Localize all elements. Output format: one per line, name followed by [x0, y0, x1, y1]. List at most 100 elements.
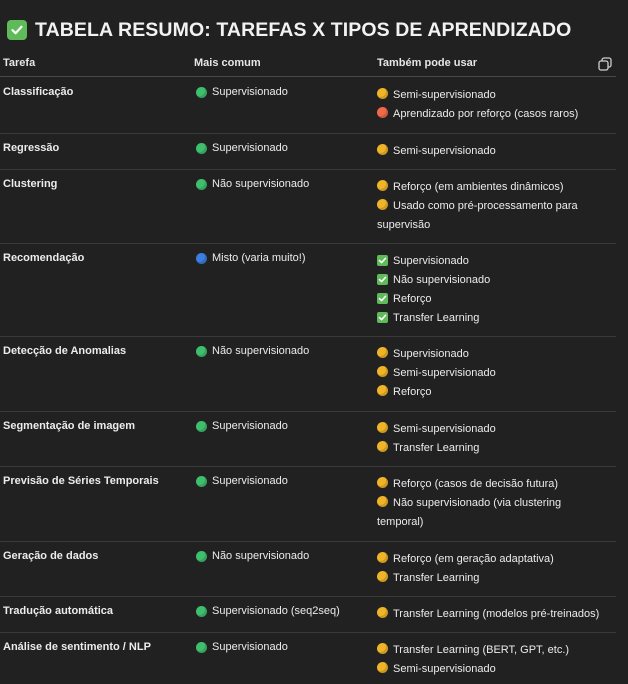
- yellow-circle-icon: [377, 477, 388, 488]
- yellow-circle-icon: [377, 180, 388, 191]
- yellow-circle-icon: [377, 607, 388, 618]
- task-cell: Clustering: [3, 178, 58, 190]
- alt-cell: Transfer Learning (BERT, GPT, etc.) Semi-…: [377, 641, 602, 679]
- alt-item: Supervisionado: [377, 252, 602, 271]
- alt-item: Não supervisionado: [377, 271, 602, 290]
- yellow-circle-icon: [377, 552, 388, 563]
- alt-item: Transfer Learning: [377, 439, 602, 458]
- green-circle-icon: [196, 142, 207, 154]
- alt-item: Reforço: [377, 290, 602, 309]
- common-label: Supervisionado: [212, 86, 288, 98]
- alt-item-label: Reforço (em ambientes dinâmicos): [393, 181, 564, 193]
- table-row: Análise de sentimento / NLP Supervisionad…: [0, 632, 616, 684]
- green-circle-icon: [196, 345, 207, 357]
- task-cell: Recomendação: [3, 252, 85, 264]
- alt-item: Semi-supervisionado: [377, 142, 602, 161]
- task-cell: Segmentação de imagem: [3, 420, 136, 432]
- table-row: Tradução automática Supervisionado (seq2s…: [0, 596, 616, 633]
- alt-cell: Semi-supervisionado Aprendizado por refor…: [377, 86, 602, 124]
- table-row: Regressão Supervisionado Semi-supervisiona…: [0, 133, 616, 170]
- task-cell: Regressão: [3, 142, 60, 154]
- check-box-icon: [377, 274, 388, 285]
- task-cell: Previsão de Séries Temporais: [3, 475, 159, 487]
- alt-item: Transfer Learning (modelos pré-treinados…: [377, 605, 602, 624]
- alt-item-label: Reforço: [393, 293, 432, 305]
- common-label: Não supervisionado: [212, 178, 310, 190]
- table-row: Recomendação Misto (varia muito!) Supervis…: [0, 243, 616, 337]
- alt-item: Usado como pré-processamento para superv…: [377, 197, 602, 235]
- yellow-circle-icon: [377, 662, 388, 673]
- alt-item: Transfer Learning: [377, 309, 602, 328]
- copy-icon[interactable]: [597, 56, 613, 72]
- green-circle-icon: [196, 178, 207, 190]
- common-cell: Supervisionado (seq2seq): [196, 605, 340, 617]
- common-cell: Supervisionado: [196, 641, 288, 653]
- alt-cell: Semi-supervisionado: [377, 142, 602, 161]
- alt-cell: Reforço (casos de decisão futura) Não sup…: [377, 475, 602, 532]
- header-common: Mais comum: [194, 57, 261, 69]
- yellow-circle-icon: [377, 144, 388, 155]
- common-label: Não supervisionado: [212, 345, 310, 357]
- alt-cell: Reforço (em geração adaptativa) Transfer …: [377, 550, 602, 588]
- table-row: Geração de dados Não supervisionado Reforç…: [0, 541, 616, 597]
- alt-item: Aprendizado por reforço (casos raros): [377, 105, 602, 124]
- table-row: Detecção de Anomalias Não supervisionado S…: [0, 336, 616, 412]
- alt-cell: Supervisionado Não supervisionado Reforço T…: [377, 252, 602, 328]
- common-cell: Supervisionado: [196, 420, 288, 432]
- alt-item: Semi-supervisionado: [377, 364, 602, 383]
- header-task: Tarefa: [3, 57, 36, 69]
- alt-cell: Reforço (em ambientes dinâmicos) Usado co…: [377, 178, 602, 235]
- green-circle-icon: [196, 86, 207, 98]
- common-cell: Supervisionado: [196, 475, 288, 487]
- check-box-icon: [377, 293, 388, 304]
- common-label: Não supervisionado: [212, 550, 310, 562]
- alt-item-label: Semi-supervisionado: [393, 145, 496, 157]
- alt-item-label: Reforço (em geração adaptativa): [393, 553, 554, 565]
- alt-item-label: Semi-supervisionado: [393, 423, 496, 435]
- table-row: Previsão de Séries Temporais Supervisiona…: [0, 466, 616, 542]
- task-cell: Análise de sentimento / NLP: [3, 641, 151, 653]
- green-circle-icon: [196, 605, 207, 617]
- alt-item: Semi-supervisionado: [377, 660, 602, 679]
- table-row: Clustering Não supervisionado Reforço (em …: [0, 169, 616, 244]
- check-box-icon: [377, 312, 388, 323]
- green-circle-icon: [196, 420, 207, 432]
- alt-item: Reforço (em geração adaptativa): [377, 550, 602, 569]
- alt-item-label: Não supervisionado: [393, 274, 491, 286]
- common-cell: Supervisionado: [196, 86, 288, 98]
- yellow-circle-icon: [377, 366, 388, 377]
- alt-item-label: Supervisionado: [393, 348, 469, 360]
- yellow-circle-icon: [377, 441, 388, 452]
- yellow-circle-icon: [377, 571, 388, 582]
- check-box-icon: [377, 255, 388, 266]
- common-cell: Não supervisionado: [196, 345, 309, 357]
- green-circle-icon: [196, 475, 207, 487]
- yellow-circle-icon: [377, 347, 388, 358]
- task-cell: Classificação: [3, 86, 74, 98]
- table-row: Classificação Supervisionado Semi-supervis…: [0, 77, 616, 134]
- alt-item-label: Transfer Learning: [393, 442, 480, 454]
- task-cell: Geração de dados: [3, 550, 99, 562]
- alt-item: Reforço (em ambientes dinâmicos): [377, 178, 602, 197]
- common-cell: Não supervisionado: [196, 550, 309, 562]
- title-text: TABELA RESUMO: TAREFAS X TIPOS DE APREND…: [35, 18, 572, 41]
- common-cell: Supervisionado: [196, 142, 288, 154]
- orange-circle-icon: [377, 107, 388, 118]
- alt-item: Reforço: [377, 383, 602, 402]
- alt-item-label: Reforço: [393, 386, 432, 398]
- common-label: Supervisionado: [212, 475, 288, 487]
- task-cell: Tradução automática: [3, 605, 114, 617]
- alt-item-label: Semi-supervisionado: [393, 663, 496, 675]
- alt-item-label: Transfer Learning: [393, 312, 480, 324]
- alt-item-label: Transfer Learning (BERT, GPT, etc.): [393, 644, 570, 656]
- task-cell: Detecção de Anomalias: [3, 345, 127, 357]
- common-label: Misto (varia muito!): [212, 252, 306, 264]
- alt-cell: Semi-supervisionado Transfer Learning: [377, 420, 602, 458]
- yellow-circle-icon: [377, 422, 388, 433]
- alt-item: Supervisionado: [377, 345, 602, 364]
- yellow-circle-icon: [377, 385, 388, 396]
- alt-item: Não supervisionado (via clustering tempo…: [377, 494, 602, 532]
- check-mark-icon: [7, 20, 27, 40]
- alt-item: Semi-supervisionado: [377, 420, 602, 439]
- alt-item: Reforço (casos de decisão futura): [377, 475, 602, 494]
